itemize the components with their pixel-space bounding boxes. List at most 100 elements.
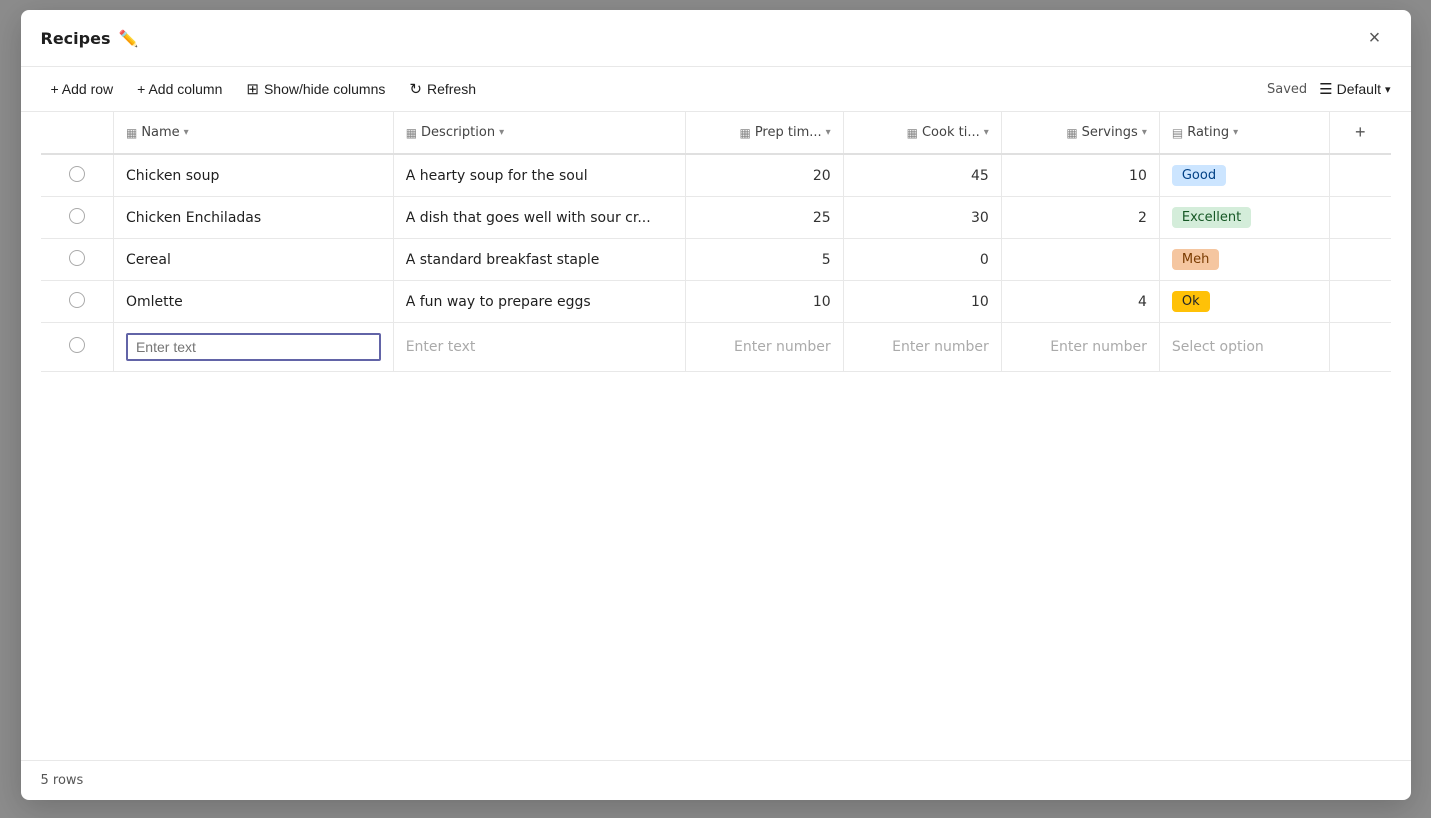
toolbar: + Add row + Add column ⊞ Show/hide colum… (21, 67, 1411, 112)
table-row: Omlette A fun way to prepare eggs 10 10 … (41, 281, 1391, 323)
row-prep-1: 25 (685, 197, 843, 239)
new-row-extra (1330, 323, 1391, 372)
edit-icon[interactable]: ✏️ (118, 29, 138, 48)
row-prep-2: 5 (685, 239, 843, 281)
desc-col-icon: ▦ (406, 126, 417, 140)
table-body: Chicken soup A hearty soup for the soul … (41, 154, 1391, 372)
th-desc-label: Description (421, 125, 495, 140)
table-header-row: ▦ Name ▾ ▦ Description ▾ (41, 112, 1391, 154)
th-servings[interactable]: ▦ Servings ▾ (1001, 112, 1159, 154)
desc-sort-icon[interactable]: ▾ (499, 127, 504, 138)
close-button[interactable]: × (1359, 22, 1391, 54)
checkbox-circle-0[interactable] (69, 166, 85, 182)
row-count-label: 5 rows (41, 773, 84, 788)
th-checkbox (41, 112, 114, 154)
row-name-1: Chicken Enchiladas (113, 197, 393, 239)
add-column-button[interactable]: + Add column (127, 76, 232, 102)
row-desc-3: A fun way to prepare eggs (393, 281, 685, 323)
show-hide-icon: ⊞ (246, 80, 259, 98)
row-checkbox-0[interactable] (41, 154, 114, 197)
row-rating-3: Ok (1159, 281, 1329, 323)
new-row-servings-cell[interactable]: Enter number (1001, 323, 1159, 372)
row-desc-2: A standard breakfast staple (393, 239, 685, 281)
servings-col-icon: ▦ (1066, 126, 1077, 140)
recipes-table: ▦ Name ▾ ▦ Description ▾ (41, 112, 1391, 372)
toolbar-right: Saved ☰ Default ▾ (1267, 80, 1391, 98)
refresh-icon: ↻ (409, 80, 422, 98)
row-extra-3 (1330, 281, 1391, 323)
rating-badge-2: Meh (1172, 249, 1219, 270)
rating-sort-icon[interactable]: ▾ (1233, 127, 1238, 138)
row-rating-0: Good (1159, 154, 1329, 197)
new-checkbox-circle[interactable] (69, 337, 85, 353)
cook-sort-icon[interactable]: ▾ (984, 127, 989, 138)
rating-badge-0: Good (1172, 165, 1226, 186)
row-extra-2 (1330, 239, 1391, 281)
row-servings-1: 2 (1001, 197, 1159, 239)
row-rating-1: Excellent (1159, 197, 1329, 239)
row-checkbox-2[interactable] (41, 239, 114, 281)
row-desc-0: A hearty soup for the soul (393, 154, 685, 197)
table-container: ▦ Name ▾ ▦ Description ▾ (21, 112, 1411, 760)
prep-sort-icon[interactable]: ▾ (826, 127, 831, 138)
modal-title: Recipes (41, 29, 111, 48)
row-checkbox-3[interactable] (41, 281, 114, 323)
new-row-checkbox[interactable] (41, 323, 114, 372)
table-row: Chicken Enchiladas A dish that goes well… (41, 197, 1391, 239)
add-row-button[interactable]: + Add row (41, 76, 124, 102)
table-footer: 5 rows (21, 760, 1411, 800)
row-servings-0: 10 (1001, 154, 1159, 197)
new-row-prep-cell[interactable]: Enter number (685, 323, 843, 372)
row-extra-1 (1330, 197, 1391, 239)
refresh-button[interactable]: ↻ Refresh (399, 75, 486, 103)
row-prep-3: 10 (685, 281, 843, 323)
th-cook-time[interactable]: ▦ Cook ti... ▾ (843, 112, 1001, 154)
th-prep-time[interactable]: ▦ Prep tim... ▾ (685, 112, 843, 154)
table-row: Cereal A standard breakfast staple 5 0 M… (41, 239, 1391, 281)
th-servings-label: Servings (1082, 125, 1138, 140)
th-rating-label: Rating (1187, 125, 1229, 140)
show-hide-button[interactable]: ⊞ Show/hide columns (236, 75, 395, 103)
th-rating[interactable]: ▤ Rating ▾ (1159, 112, 1329, 154)
row-name-0: Chicken soup (113, 154, 393, 197)
new-row-rating-cell[interactable]: Select option (1159, 323, 1329, 372)
checkbox-circle-3[interactable] (69, 292, 85, 308)
chevron-down-icon: ▾ (1385, 83, 1391, 96)
new-row-desc-cell[interactable]: Enter text (393, 323, 685, 372)
th-description[interactable]: ▦ Description ▾ (393, 112, 685, 154)
name-col-icon: ▦ (126, 126, 137, 140)
th-name-label: Name (141, 125, 179, 140)
view-icon: ☰ (1319, 80, 1332, 98)
row-extra-0 (1330, 154, 1391, 197)
row-desc-1: A dish that goes well with sour cr... (393, 197, 685, 239)
row-cook-3: 10 (843, 281, 1001, 323)
th-cook-label: Cook ti... (922, 125, 980, 140)
row-rating-2: Meh (1159, 239, 1329, 281)
table-row: Chicken soup A hearty soup for the soul … (41, 154, 1391, 197)
prep-col-icon: ▦ (739, 126, 750, 140)
row-prep-0: 20 (685, 154, 843, 197)
th-add-column[interactable]: + (1330, 112, 1391, 154)
add-column-icon-button[interactable]: + (1342, 122, 1378, 143)
modal-header: Recipes ✏️ × (21, 10, 1411, 67)
checkbox-circle-2[interactable] (69, 250, 85, 266)
row-cook-0: 45 (843, 154, 1001, 197)
new-row-name-cell[interactable] (113, 323, 393, 372)
rating-badge-1: Excellent (1172, 207, 1251, 228)
row-servings-2 (1001, 239, 1159, 281)
row-checkbox-1[interactable] (41, 197, 114, 239)
th-name[interactable]: ▦ Name ▾ (113, 112, 393, 154)
servings-sort-icon[interactable]: ▾ (1142, 127, 1147, 138)
new-row: Enter text Enter number Enter number Ent… (41, 323, 1391, 372)
rating-col-icon: ▤ (1172, 126, 1183, 140)
row-cook-1: 30 (843, 197, 1001, 239)
modal-overlay: Recipes ✏️ × + Add row + Add column ⊞ Sh… (0, 0, 1431, 818)
name-sort-icon[interactable]: ▾ (184, 127, 189, 138)
checkbox-circle-1[interactable] (69, 208, 85, 224)
default-view-button[interactable]: ☰ Default ▾ (1319, 80, 1390, 98)
new-row-cook-cell[interactable]: Enter number (843, 323, 1001, 372)
new-row-name-input[interactable] (126, 333, 381, 361)
row-name-3: Omlette (113, 281, 393, 323)
saved-label: Saved (1267, 82, 1307, 97)
th-prep-label: Prep tim... (755, 125, 822, 140)
